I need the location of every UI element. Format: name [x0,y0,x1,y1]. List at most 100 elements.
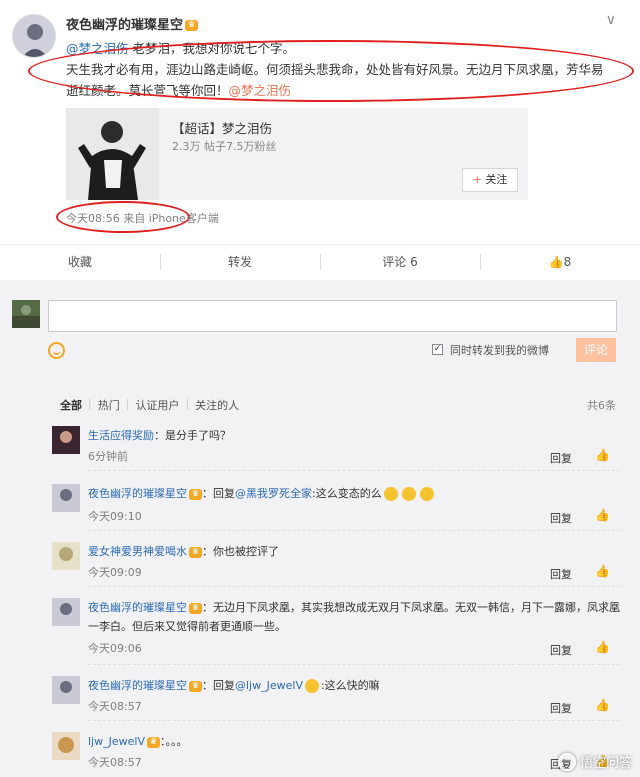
thumbs-up-icon[interactable]: 👍 [595,640,610,654]
emoji-icon [419,487,434,501]
commenter-name[interactable]: 夜色幽浮的璀璨星空 [88,679,187,692]
comment-body: ：是分手了吗？ [154,429,231,442]
vip-crown-icon: ♛ [189,488,202,500]
comment-divider [88,586,620,587]
commenter-avatar[interactable] [52,732,80,760]
comment-divider [88,720,620,721]
vip-crown-icon: ♛ [146,736,160,748]
reply-button[interactable]: 回复 [550,566,572,582]
emoji-icon [304,679,319,693]
post-author[interactable]: 夜色幽浮的璀璨星空 ♛ [66,14,199,33]
author-avatar[interactable] [12,14,56,58]
comment-divider [88,664,620,665]
post-text: 天生我才必有用，涯边山路走崎岖。何须摇头悲我命，处处皆有好风景。无边月下凤求凰，… [66,62,604,98]
commenter-avatar[interactable] [52,676,80,704]
comment-total: 共6条 [587,399,616,412]
my-avatar[interactable] [12,300,40,328]
watermark: 悟空问答 [557,752,632,771]
mention-link[interactable]: @ljw_JewelV [235,679,303,692]
post-meta: 今天08:56 来自 iPhone客户端 [66,212,219,225]
comment-button[interactable]: 评论 6 [320,245,480,280]
comment-divider [88,470,620,471]
repost-checkbox[interactable]: ✓ [432,344,443,355]
comment-text: 夜色幽浮的璀璨星空 ♛ ：无边月下凤求凰，其实我想改成无双月下凤求凰。无双一韩信，月… [88,598,620,636]
repost-label: 转发 [227,255,252,269]
commenter-avatar[interactable] [52,426,80,454]
comment-divider [88,530,620,531]
emoji-icon [401,487,416,501]
comment-input[interactable] [48,300,617,332]
comment-body: ：。。。 [159,735,188,748]
reply-button[interactable]: 回复 [550,642,572,658]
comment-text: 爱女神爱男神爱喝水 ♛ ：你也被控评了 [88,542,620,561]
chevron-down-icon[interactable]: ∨ [606,12,616,28]
comment-text: 夜色幽浮的璀璨星空 ♛ ：回复@黑我罗死全家:这么变态的么 [88,484,620,503]
post-card: 夜色幽浮的璀璨星空 ♛ ∨ @梦之泪伤 老梦泪，我想对你说七个字。 天生我才必有用… [0,0,640,244]
commenter-name[interactable]: 爱女神爱男神爱喝水 [88,545,187,558]
supertopic-stats: 2.3万 帖子7.5万粉丝 [172,140,277,153]
commenter-name[interactable]: 夜色幽浮的璀璨星空 [88,601,187,614]
filter-hot[interactable]: 热门 [92,397,126,413]
comment-body-rest: :这么变态的么 [312,487,382,500]
repost-button[interactable]: 转发 [160,245,320,280]
repost-checkbox-label: 同时转发到我的微博 [450,344,549,357]
comment-time: 今天09:09 [88,566,142,579]
filter-verified[interactable]: 认证用户 [129,397,185,413]
reply-button[interactable]: 回复 [550,700,572,716]
mention-link[interactable]: @黑我罗死全家 [235,487,312,500]
supertopic-card[interactable]: 【超话】梦之泪伤 2.3万 帖子7.5万粉丝 + 关注 [66,108,528,200]
body-mention-link[interactable]: @梦之泪伤 [229,83,292,98]
wukong-logo-icon [557,752,576,771]
commenter-avatar[interactable] [52,484,80,512]
comment-label: 评论 6 [382,255,418,269]
commenter-avatar[interactable] [52,598,80,626]
comment-time: 6分钟前 [88,450,128,463]
comment-filters: 全部 | 热门 | 认证用户 | 关注的人 [60,397,245,413]
thumbs-up-icon[interactable]: 👍 [595,564,610,578]
emoji-icon [383,487,398,501]
commenter-name[interactable]: 生活应得奖励 [88,429,154,442]
favorite-button[interactable]: 收藏 [0,245,160,280]
plus-icon: + [472,173,482,186]
comment-body: ：回复 [202,679,235,692]
thumbs-up-icon[interactable]: 👍 [595,508,610,522]
vip-crown-icon: ♛ [189,680,202,692]
mention-link[interactable]: @梦之泪伤 [66,41,129,56]
filter-following[interactable]: 关注的人 [189,397,245,413]
reply-button[interactable]: 回复 [550,450,572,466]
commenter-name[interactable]: 夜色幽浮的璀璨星空 [88,487,187,500]
comment-body: ：回复 [202,487,235,500]
comment-time: 今天08:57 [88,700,142,713]
comment-time: 今天09:06 [88,642,142,655]
thumbs-up-icon[interactable]: 👍 [595,448,610,462]
like-count: 8 [563,255,572,269]
reply-button[interactable]: 回复 [550,510,572,526]
follow-button[interactable]: + 关注 [462,168,518,192]
comment-text: 生活应得奖励：是分手了吗？ [88,426,620,445]
like-button[interactable]: 👍8 [480,245,640,280]
post-body: @梦之泪伤 老梦泪，我想对你说七个字。 天生我才必有用，涯边山路走崎岖。何须摇头… [66,38,626,101]
comment-text: ljw_JewelV ♛：。。。 [88,732,620,751]
watermark-text: 悟空问答 [579,756,632,771]
follow-label: 关注 [485,173,508,186]
author-name[interactable]: 夜色幽浮的璀璨星空 [66,18,183,33]
thumbs-up-icon: 👍 [548,255,564,269]
comment-body: ：你也被控评了 [202,545,279,558]
thumbs-up-icon[interactable]: 👍 [595,698,610,712]
action-bar: 收藏 转发 评论 6 👍8 [0,244,640,280]
vip-crown-icon: ♛ [189,602,202,614]
commenter-name[interactable]: ljw_JewelV [88,735,145,748]
supertopic-image [66,108,159,200]
vip-crown-icon: ♛ [185,20,199,31]
favorite-label: 收藏 [67,255,92,269]
comment-body-rest: :这么快的嘛 [320,679,380,692]
comment-time: 今天08:57 [88,756,142,769]
smiley-icon[interactable] [48,342,65,359]
filter-all[interactable]: 全部 [60,397,88,413]
submit-comment-button[interactable]: 评论 [576,338,616,362]
vip-crown-icon: ♛ [189,546,202,558]
comment-text: 夜色幽浮的璀璨星空 ♛ ：回复@ljw_JewelV :这么快的嘛 [88,676,620,695]
comment-time: 今天09:10 [88,510,142,523]
supertopic-title[interactable]: 【超话】梦之泪伤 [172,118,272,137]
commenter-avatar[interactable] [52,542,80,570]
